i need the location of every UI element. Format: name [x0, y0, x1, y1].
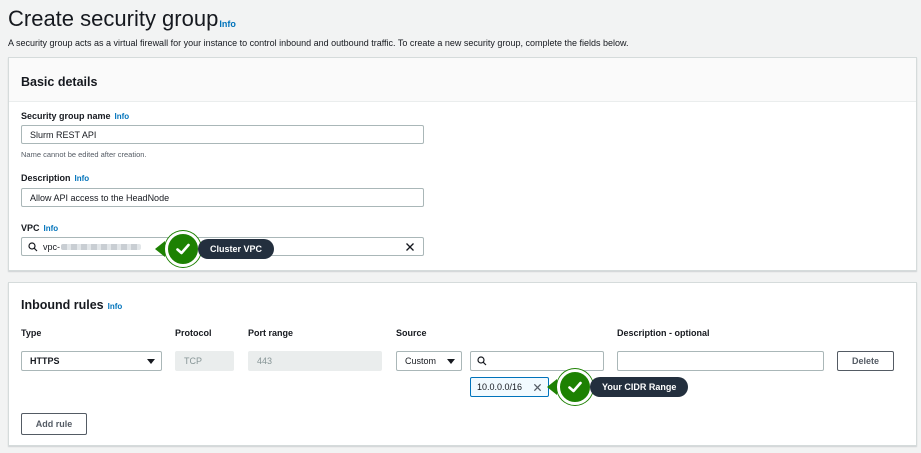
page-title-text: Create security group — [8, 6, 219, 31]
security-group-name-label-text: Security group name — [21, 111, 111, 121]
check-circle-icon — [165, 231, 201, 267]
security-group-name-label: Security group name Info — [21, 111, 129, 121]
vpc-callout-arrow — [155, 241, 165, 257]
basic-details-heading: Basic details — [21, 75, 98, 89]
inbound-rules-header: Inbound rules Info — [21, 296, 122, 314]
description-input[interactable]: Allow API access to the HeadNode — [21, 188, 424, 207]
delete-rule-button[interactable]: Delete — [837, 351, 894, 371]
vpc-info-link[interactable]: Info — [44, 224, 59, 233]
remove-icon[interactable] — [533, 383, 542, 392]
inbound-rules-heading: Inbound rules — [21, 298, 104, 312]
security-group-name-info-link[interactable]: Info — [115, 112, 130, 121]
vpc-callout-label: Cluster VPC — [198, 239, 275, 259]
port-range-value: 443 — [257, 356, 273, 366]
vpc-label-text: VPC — [21, 223, 40, 233]
page-description: A security group acts as a virtual firew… — [8, 38, 629, 48]
column-header-port-range: Port range — [248, 328, 294, 338]
security-group-name-input[interactable]: Slurm REST API — [21, 125, 424, 144]
cidr-callout-label: Your CIDR Range — [590, 377, 689, 397]
caret-down-icon — [147, 358, 155, 364]
clear-icon[interactable] — [405, 242, 415, 252]
description-info-link[interactable]: Info — [75, 174, 90, 183]
vpc-label: VPC Info — [21, 223, 58, 233]
description-label: Description Info — [21, 173, 89, 183]
inbound-rules-info-link[interactable]: Info — [108, 302, 123, 311]
search-icon — [28, 241, 38, 251]
basic-details-panel: Basic details Security group name Info Sl… — [8, 57, 917, 271]
description-label-text: Description — [21, 173, 71, 183]
column-header-source: Source — [396, 328, 427, 338]
cidr-callout-arrow — [547, 379, 557, 395]
security-group-name-hint: Name cannot be edited after creation. — [21, 150, 147, 159]
check-circle-icon — [557, 369, 593, 405]
protocol-value: TCP — [184, 356, 202, 366]
protocol-field: TCP — [175, 351, 234, 371]
cidr-token: 10.0.0.0/16 — [470, 377, 549, 397]
source-type-value: Custom — [405, 356, 437, 366]
search-icon — [477, 356, 487, 366]
cidr-callout: Your CIDR Range — [547, 369, 689, 405]
vpc-callout: Cluster VPC — [155, 231, 275, 267]
source-search-input[interactable] — [470, 351, 604, 371]
basic-details-header: Basic details — [9, 58, 916, 102]
type-select[interactable]: HTTPS — [21, 351, 162, 371]
port-range-field: 443 — [248, 351, 382, 371]
type-select-value: HTTPS — [30, 356, 60, 366]
rule-description-input[interactable] — [617, 351, 824, 371]
source-type-select[interactable]: Custom — [396, 351, 462, 371]
security-group-name-value: Slurm REST API — [30, 129, 97, 140]
column-header-description: Description - optional — [617, 328, 710, 338]
add-rule-button[interactable]: Add rule — [21, 413, 87, 435]
column-header-protocol: Protocol — [175, 328, 212, 338]
page-title: Create security groupInfo — [8, 6, 236, 32]
description-value: Allow API access to the HeadNode — [30, 192, 170, 203]
vpc-id-redacted — [61, 243, 142, 250]
column-header-type: Type — [21, 328, 42, 338]
vpc-value: vpc- — [43, 241, 61, 252]
cidr-token-value: 10.0.0.0/16 — [477, 382, 523, 392]
caret-down-icon — [447, 358, 455, 364]
inbound-rules-panel: Inbound rules Info Type Protocol Port ran… — [8, 282, 917, 446]
page-title-info-link[interactable]: Info — [219, 19, 236, 29]
